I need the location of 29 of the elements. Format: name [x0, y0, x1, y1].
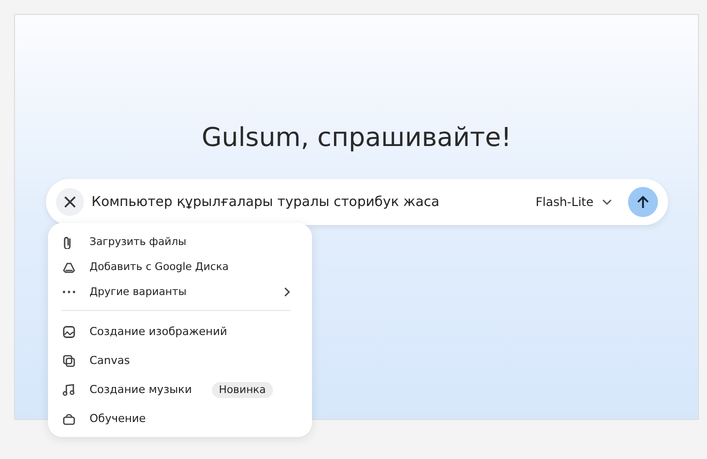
menu-item-label: Загрузить файлы: [90, 236, 186, 248]
menu-item-label: Добавить с Google Диска: [90, 260, 229, 272]
layers-icon: [62, 354, 76, 368]
close-button[interactable]: [56, 188, 84, 216]
menu-item[interactable]: Другие варианты: [48, 279, 312, 304]
music-note-icon: [62, 382, 76, 396]
menu-item[interactable]: Загрузить файлы: [48, 229, 312, 254]
menu-item[interactable]: Canvas: [48, 346, 312, 375]
chevron-right-icon: [284, 286, 290, 296]
menu-item-label: Создание музыки: [90, 383, 192, 396]
box-icon: [62, 412, 76, 426]
menu-item-label: Обучение: [90, 412, 146, 425]
more-icon: [62, 290, 76, 294]
menu-item-label: Создание изображений: [90, 325, 228, 338]
menu-item[interactable]: Добавить с Google Диска: [48, 254, 312, 279]
menu-item[interactable]: Создание музыки Новинка: [48, 375, 312, 404]
model-selector[interactable]: Flash-Lite: [528, 191, 620, 213]
menu-item-label: Другие варианты: [90, 286, 187, 298]
greeting-heading: Gulsum, спрашивайте!: [202, 123, 512, 153]
arrow-up-icon: [636, 195, 650, 209]
menu-item[interactable]: Обучение: [48, 404, 312, 433]
chevron-down-icon: [602, 199, 612, 205]
menu-item-label: Canvas: [90, 354, 130, 367]
menu-item[interactable]: Создание изображений: [48, 317, 312, 346]
image-icon: [62, 324, 76, 338]
new-badge: Новинка: [212, 382, 273, 398]
close-icon: [64, 196, 76, 208]
send-button[interactable]: [628, 187, 658, 217]
prompt-text: Компьютер құрылғалары туралы сторибук жаса: [92, 194, 440, 210]
